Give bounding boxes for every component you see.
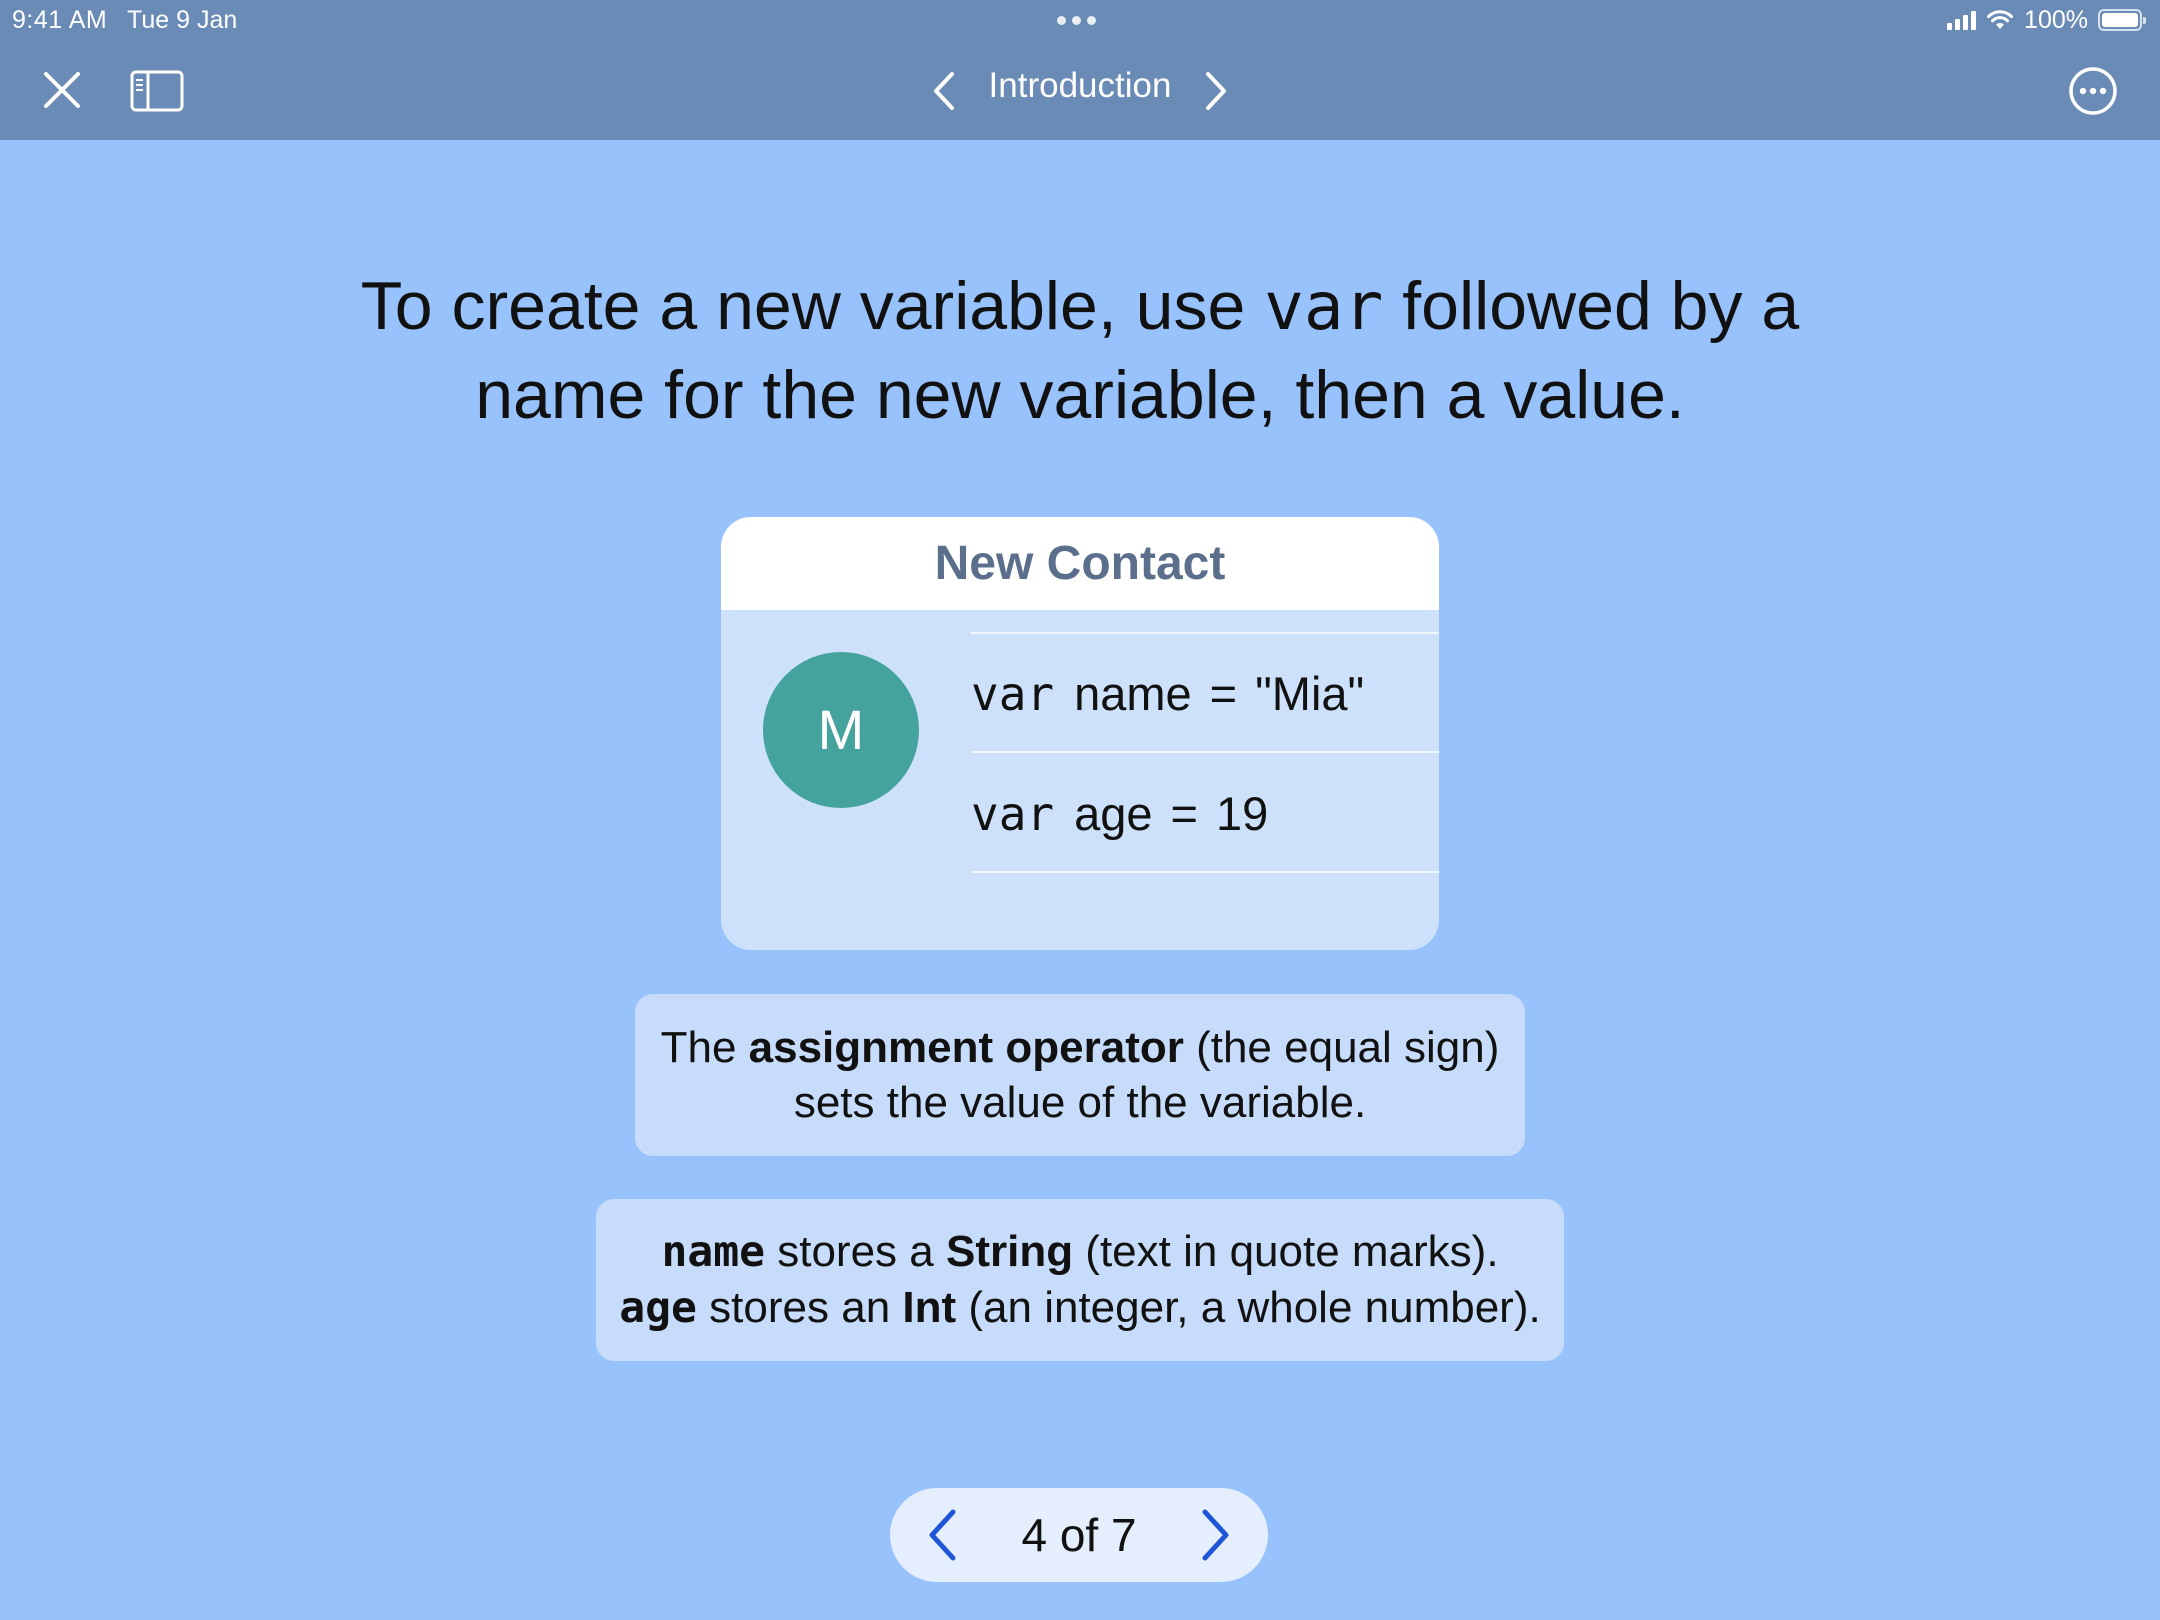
field-variable-name: age	[1074, 787, 1153, 840]
status-date: Tue 9 Jan	[127, 6, 238, 34]
note-text: (the equal sign)	[1183, 1023, 1500, 1072]
chevron-left-icon	[934, 72, 954, 110]
assignment-operator-note: The assignment operator (the equal sign)…	[635, 994, 1525, 1156]
next-chapter-button[interactable]	[1198, 68, 1234, 114]
note-text: (text in quote marks).	[1073, 1227, 1499, 1276]
note-line-1: The assignment operator (the equal sign)	[635, 1020, 1525, 1075]
next-page-button[interactable]	[1186, 1505, 1246, 1565]
previous-chapter-button[interactable]	[926, 68, 962, 114]
field-keyword: var	[971, 666, 1055, 721]
field-operator: =	[1170, 787, 1198, 840]
field-value: "Mia"	[1255, 667, 1365, 720]
field-variable-name: name	[1074, 667, 1192, 720]
note-bold-term: String	[945, 1227, 1074, 1276]
note-text: stores a	[765, 1227, 946, 1276]
headline-code-keyword: var	[1264, 268, 1384, 345]
types-note: name stores a String (text in quote mark…	[596, 1199, 1564, 1361]
chevron-left-icon	[929, 1509, 956, 1561]
more-icon	[2069, 67, 2117, 115]
chevron-right-icon	[1206, 72, 1226, 110]
battery-icon	[2098, 9, 2146, 31]
note-code-term: age	[619, 1283, 697, 1333]
status-indicators: 100%	[1947, 4, 2146, 36]
field-value: 19	[1215, 787, 1269, 840]
cellular-signal-icon	[1947, 10, 1977, 30]
chevron-right-icon	[1202, 1509, 1229, 1561]
previous-page-button[interactable]	[912, 1505, 972, 1565]
sidebar-toggle-button[interactable]	[130, 70, 184, 112]
note-bold-term: Int	[902, 1283, 957, 1332]
status-time: 9:41 AM	[12, 6, 108, 34]
note-code-term: name	[661, 1227, 765, 1277]
avatar: M	[763, 652, 919, 808]
field-operator: =	[1209, 667, 1238, 720]
headline-text-before: To create a new variable, use	[360, 268, 1265, 344]
wifi-icon	[1987, 10, 2014, 29]
close-button[interactable]	[38, 66, 86, 114]
field-placeholder	[971, 517, 1439, 634]
page-pager: 4 of 7	[890, 1488, 1268, 1582]
field-row-name: var name = "Mia"	[971, 636, 1439, 753]
page-title: Introduction	[988, 66, 1172, 105]
note-line-1: name stores a String (text in quote mark…	[596, 1224, 1564, 1280]
note-text: stores an	[696, 1283, 903, 1332]
lesson-headline: To create a new variable, use var follow…	[300, 262, 1860, 439]
multitasking-dots-icon[interactable]	[1054, 12, 1104, 26]
note-line-2: sets the value of the variable.	[793, 1078, 1367, 1127]
note-text: The	[660, 1023, 749, 1072]
battery-percentage: 100%	[2024, 5, 2088, 34]
note-text: (an integer, a whole number).	[956, 1283, 1541, 1332]
note-bold-term: assignment operator	[748, 1023, 1184, 1072]
close-icon	[44, 72, 80, 108]
note-line-2: age stores an Int (an integer, a whole n…	[596, 1280, 1564, 1336]
field-keyword: var	[971, 786, 1055, 841]
page-indicator: 4 of 7	[1021, 1509, 1137, 1561]
more-options-button[interactable]	[2068, 66, 2118, 116]
sidebar-icon	[130, 70, 184, 112]
field-row-age: var age = 19	[971, 756, 1439, 873]
